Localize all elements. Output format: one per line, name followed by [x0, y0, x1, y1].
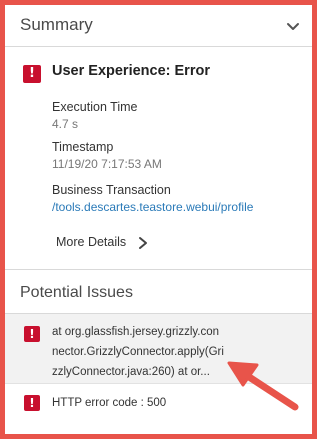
issue-text-line: nector.GrizzlyConnector.apply(Gri [52, 346, 224, 358]
execution-time-label: Execution Time [52, 100, 138, 114]
summary-header[interactable]: Summary [5, 5, 312, 47]
section-divider [5, 269, 312, 270]
chevron-down-icon[interactable] [284, 17, 302, 35]
issue-text-line: HTTP error code : 500 [52, 397, 167, 409]
potential-issues-title: Potential Issues [20, 284, 133, 301]
user-experience-title: User Experience: Error [52, 63, 210, 79]
screenshot-frame: Summary ! User Experience: Error Executi… [0, 0, 317, 439]
business-transaction-label: Business Transaction [52, 183, 171, 197]
issue-text-line: zzlyConnector.java:260) at or... [52, 366, 210, 378]
timestamp-value: 11/19/20 7:17:53 AM [52, 157, 162, 171]
execution-time-value: 4.7 s [52, 117, 79, 131]
business-transaction-link[interactable]: /tools.descartes.teastore.webui/profile [52, 200, 253, 214]
issue-text-line: at org.glassfish.jersey.grizzly.con [52, 326, 220, 338]
timestamp-label: Timestamp [52, 140, 114, 154]
error-badge-icon: ! [24, 326, 40, 342]
issue-item[interactable]: ! HTTP error code : 500 [5, 385, 312, 421]
error-badge-icon: ! [23, 65, 41, 83]
chevron-right-icon[interactable] [137, 236, 149, 250]
error-badge-icon: ! [24, 395, 40, 411]
more-details-link[interactable]: More Details [56, 235, 126, 249]
summary-title: Summary [20, 15, 93, 34]
issue-item[interactable]: ! at org.glassfish.jersey.grizzly.con ne… [5, 314, 312, 384]
